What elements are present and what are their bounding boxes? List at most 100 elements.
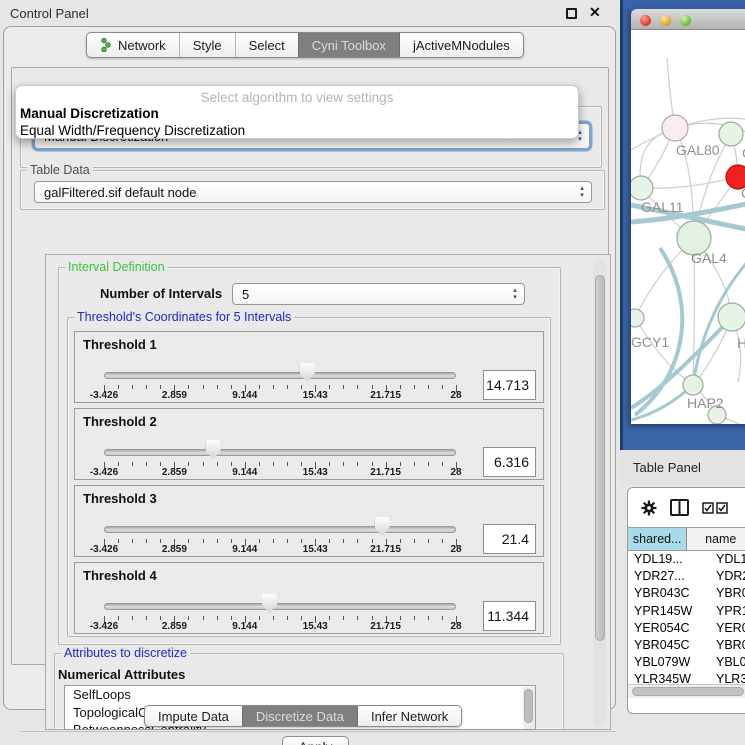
slider-tick-label: 28: [450, 390, 461, 401]
float-window-icon[interactable]: [566, 8, 577, 19]
tab-impute-data[interactable]: Impute Data: [145, 706, 242, 726]
slider-track[interactable]: [104, 372, 456, 379]
cell-name[interactable]: YER0: [708, 620, 745, 637]
table-row[interactable]: YLR345WYLR3: [628, 671, 745, 683]
column-header-name[interactable]: name: [687, 528, 745, 550]
cell-name[interactable]: YDR2: [708, 568, 745, 585]
popup-item-manual-discretization[interactable]: Manual Discretization: [20, 106, 159, 121]
slider-tick: [118, 462, 119, 466]
slider-tick-label: 21.715: [370, 467, 401, 478]
network-node[interactable]: [683, 375, 703, 395]
slider-track[interactable]: [104, 526, 456, 533]
tab-cyni-toolbox[interactable]: Cyni Toolbox: [298, 33, 399, 57]
cell-shared-name[interactable]: YDR27...: [628, 568, 708, 585]
number-of-intervals-label: Number of Intervals: [100, 286, 222, 301]
network-node[interactable]: [631, 309, 644, 327]
table-data-combobox[interactable]: galFiltered.sif default node ▴▾: [34, 181, 592, 203]
table-horizontal-scrollbar[interactable]: [628, 684, 745, 698]
cell-shared-name[interactable]: YBR045C: [628, 637, 708, 654]
number-of-intervals-spinner[interactable]: 5 ▴▾: [232, 283, 525, 305]
tab-select[interactable]: Select: [235, 33, 298, 57]
attributes-scrollbar[interactable]: [523, 687, 535, 730]
slider-tick: [273, 616, 274, 620]
attributes-scrollbar-thumb[interactable]: [524, 689, 533, 723]
popup-item-equal-width-frequency[interactable]: Equal Width/Frequency Discretization: [20, 123, 245, 138]
cell-name[interactable]: YBL0: [708, 654, 745, 671]
slider-tick: [301, 539, 302, 543]
table-row[interactable]: YPR145WYPR1: [628, 603, 745, 620]
network-canvas[interactable]: GAL80G.CGAL11GAL4GCY1HHAP2: [631, 30, 745, 424]
threshold-value-field[interactable]: 21.4: [483, 524, 536, 554]
table-row[interactable]: YER054CYER0: [628, 620, 745, 637]
tab-discretize-data[interactable]: Discretize Data: [242, 706, 357, 726]
network-window-titlebar[interactable]: [631, 9, 745, 30]
table-row[interactable]: YBL079WYBL0: [628, 654, 745, 671]
table-panel: shared... name YDL19...YDL1YDR27...YDR2Y…: [627, 487, 745, 714]
slider-thumb[interactable]: [206, 440, 221, 459]
slider-thumb[interactable]: [300, 363, 315, 382]
zoom-traffic-light-icon[interactable]: [680, 15, 691, 26]
cyni-content-panel: Discretization Algorithm Manual Discreti…: [11, 67, 609, 665]
network-node[interactable]: [631, 176, 653, 200]
cell-shared-name[interactable]: YLR345W: [628, 671, 708, 683]
application-window: Control Panel ✕ Network Style Select Cyn…: [0, 0, 745, 745]
slider-tick: [400, 539, 401, 543]
slider-tick: [273, 462, 274, 466]
cell-name[interactable]: YLR3: [708, 671, 745, 683]
minimize-traffic-light-icon[interactable]: [660, 15, 671, 26]
slider-tick: [188, 462, 189, 466]
slider-tick: [160, 462, 161, 466]
slider-track[interactable]: [104, 449, 456, 456]
settings-scrollbar-thumb[interactable]: [595, 275, 605, 641]
close-traffic-light-icon[interactable]: [640, 15, 651, 26]
network-node[interactable]: [719, 122, 743, 146]
settings-scrollbar[interactable]: [593, 259, 606, 727]
slider-tick-label: -3.426: [90, 467, 118, 478]
table-row[interactable]: YBR043CYBR0: [628, 585, 745, 602]
tab-style[interactable]: Style: [179, 33, 235, 57]
cell-shared-name[interactable]: YBR043C: [628, 585, 708, 602]
close-icon[interactable]: ✕: [589, 4, 601, 21]
slider-tick-label: 28: [450, 621, 461, 632]
slider-thumb[interactable]: [375, 517, 390, 536]
cell-shared-name[interactable]: YDL19...: [628, 551, 708, 568]
table-row[interactable]: YBR045CYBR0: [628, 637, 745, 654]
cell-name[interactable]: YPR1: [708, 603, 745, 620]
threshold-value-field[interactable]: 11.344: [483, 601, 536, 631]
threshold-value-field[interactable]: 6.316: [483, 447, 536, 477]
table-horizontal-scrollbar-thumb[interactable]: [632, 687, 744, 696]
cell-name[interactable]: YBR0: [708, 585, 745, 602]
table-row[interactable]: YDR27...YDR2: [628, 568, 745, 585]
control-panel-titlebar: Control Panel ✕: [0, 0, 620, 26]
table-settings-button[interactable]: [641, 500, 657, 516]
cell-shared-name[interactable]: YER054C: [628, 620, 708, 637]
slider-tick-label: 2.859: [162, 467, 187, 478]
slider-tick: [118, 616, 119, 620]
slider-tick: [259, 385, 260, 389]
slider-thumb[interactable]: [262, 594, 277, 613]
cell-name[interactable]: YDL1: [708, 551, 745, 568]
slider-track[interactable]: [104, 603, 456, 610]
apply-button[interactable]: Apply: [282, 736, 349, 745]
attribute-list-item[interactable]: SelfLoops: [65, 686, 535, 704]
cell-name[interactable]: YBR0: [708, 637, 745, 654]
tab-network[interactable]: Network: [87, 33, 179, 57]
cell-shared-name[interactable]: YPR145W: [628, 603, 708, 620]
tab-jactivemnodules[interactable]: jActiveMNodules: [399, 33, 523, 57]
slider-tick-label: 9.144: [232, 390, 257, 401]
settings-scrollpane: Interval Definition Number of Intervals …: [45, 254, 611, 730]
table-row[interactable]: YDL19...YDL1: [628, 551, 745, 568]
threshold-value-field[interactable]: 14.713: [483, 370, 536, 400]
top-tab-bar: Network Style Select Cyni Toolbox jActiv…: [86, 32, 524, 58]
slider-tick: [146, 539, 147, 543]
network-node-label: GCY1: [631, 334, 669, 350]
select-columns-button[interactable]: [702, 502, 728, 514]
column-layout-button[interactable]: [670, 499, 689, 516]
cell-shared-name[interactable]: YBL079W: [628, 654, 708, 671]
slider-tick: [428, 616, 429, 620]
network-node[interactable]: [718, 303, 745, 331]
column-header-shared-name[interactable]: shared...: [628, 528, 687, 550]
tab-infer-network[interactable]: Infer Network: [357, 706, 461, 726]
network-node[interactable]: [662, 115, 688, 141]
slider-tick: [301, 616, 302, 620]
